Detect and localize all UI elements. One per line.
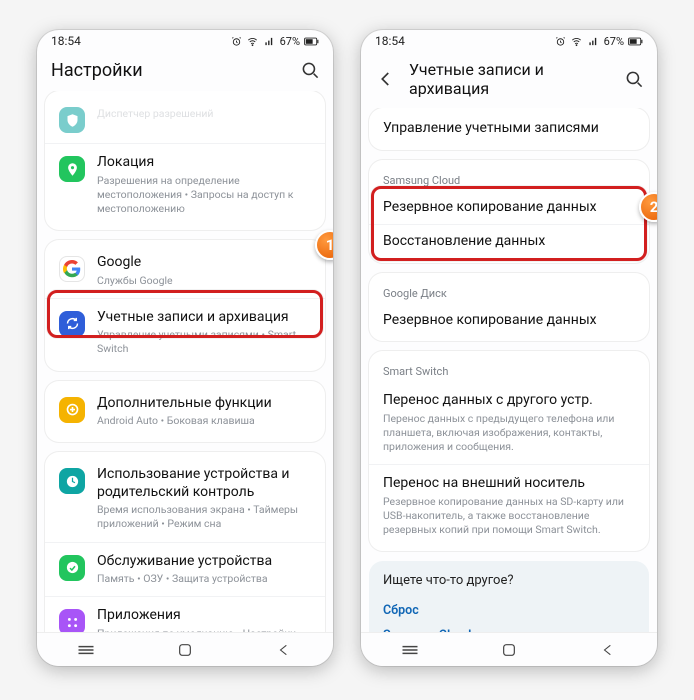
nav-back[interactable] xyxy=(264,642,304,658)
phone-accounts: 18:54 67% Учетные записи и архивация Упр… xyxy=(361,30,657,666)
search-button[interactable] xyxy=(623,70,645,89)
looking-for-card: Ищете что-то другое? Сброс Samsung Cloud xyxy=(369,561,649,632)
google-icon xyxy=(59,256,85,282)
status-bar: 18:54 67% xyxy=(37,30,333,52)
search-button[interactable] xyxy=(299,61,321,80)
row-title: Восстановление данных xyxy=(383,233,635,251)
back-button[interactable] xyxy=(375,70,397,88)
status-time: 18:54 xyxy=(51,34,81,48)
row-sub: Диспетчер разрешений xyxy=(97,107,311,121)
settings-list[interactable]: Диспетчер разрешений Локация Разрешения … xyxy=(37,91,333,632)
status-battery: 67% xyxy=(604,35,624,48)
status-right: 67% xyxy=(555,35,643,48)
row-care[interactable]: Обслуживание устройства Память • ОЗУ • З… xyxy=(45,542,325,597)
wellbeing-icon xyxy=(59,468,85,494)
row-title: Google xyxy=(97,254,311,272)
row-sub: Перенос данных с предыдущего телефона ил… xyxy=(383,412,635,455)
alarm-icon xyxy=(555,36,566,47)
shield-icon xyxy=(59,107,85,133)
other-question: Ищете что-то другое? xyxy=(383,573,635,588)
row-title: Перенос данных с другого устр. xyxy=(383,392,635,410)
row-title: Перенос на внешний носитель xyxy=(383,475,635,493)
care-icon xyxy=(59,555,85,581)
row-sub: Резервное копирование данных на SD-карту… xyxy=(383,495,635,538)
search-icon xyxy=(301,61,320,80)
link-samsung-cloud[interactable]: Samsung Cloud xyxy=(383,623,635,632)
chevron-left-icon xyxy=(377,70,395,88)
status-time: 18:54 xyxy=(375,34,405,48)
section-smart-switch: Smart Switch xyxy=(369,355,649,382)
row-sub: Приложения по умолчанию • Настройки прил… xyxy=(97,627,311,632)
row-manage-accounts[interactable]: Управление учетными записями xyxy=(369,112,649,146)
row-sub: Android Auto • Боковая клавиша xyxy=(97,414,311,428)
row-drive-backup[interactable]: Резервное копирование данных xyxy=(369,304,649,338)
page-title: Настройки xyxy=(51,60,287,81)
row-sub: Управление учетными записями • Smart Swi… xyxy=(97,328,311,356)
row-title: Управление учетными записями xyxy=(383,120,635,138)
signal-icon xyxy=(587,36,600,47)
row-title: Дополнительные функции xyxy=(97,395,311,413)
status-battery: 67% xyxy=(280,35,300,48)
row-title: Обслуживание устройства xyxy=(97,553,311,571)
row-title: Резервное копирование данных xyxy=(383,199,635,217)
row-permissions[interactable]: Диспетчер разрешений xyxy=(45,95,325,143)
row-title: Локация xyxy=(97,154,311,172)
battery-icon xyxy=(304,36,319,47)
nav-back[interactable] xyxy=(588,642,628,658)
section-google-drive: Google Диск xyxy=(369,277,649,304)
wifi-icon xyxy=(246,36,259,47)
plus-icon xyxy=(59,397,85,423)
phone-settings: 18:54 67% Настройки Диспетчер разрешений xyxy=(37,30,333,666)
row-title: Использование устройства и родительский … xyxy=(97,466,311,501)
wifi-icon xyxy=(570,36,583,47)
sync-icon xyxy=(59,311,85,337)
nav-recents[interactable] xyxy=(390,643,430,657)
row-switch-import[interactable]: Перенос данных с другого устр. Перенос д… xyxy=(369,382,649,464)
row-switch-external[interactable]: Перенос на внешний носитель Резервное ко… xyxy=(369,464,649,547)
row-advanced[interactable]: Дополнительные функции Android Auto • Бо… xyxy=(45,385,325,439)
apps-icon xyxy=(59,609,85,632)
battery-icon xyxy=(628,36,643,47)
row-apps[interactable]: Приложения Приложения по умолчанию • Нас… xyxy=(45,596,325,632)
status-right: 67% xyxy=(231,35,319,48)
row-sub: Разрешения на определение местоположения… xyxy=(97,174,311,217)
nav-bar xyxy=(361,632,657,666)
row-sub: Службы Google xyxy=(97,274,311,288)
signal-icon xyxy=(263,36,276,47)
row-sub: Память • ОЗУ • Защита устройства xyxy=(97,572,311,586)
link-reset[interactable]: Сброс xyxy=(383,598,635,623)
nav-home[interactable] xyxy=(489,642,529,658)
nav-bar xyxy=(37,632,333,666)
accounts-list[interactable]: Управление учетными записями Samsung Clo… xyxy=(361,108,657,632)
status-bar: 18:54 67% xyxy=(361,30,657,52)
row-location[interactable]: Локация Разрешения на определение местоп… xyxy=(45,143,325,226)
nav-recents[interactable] xyxy=(66,643,106,657)
row-title: Резервное копирование данных xyxy=(383,312,635,330)
row-title: Учетные записи и архивация xyxy=(97,309,311,327)
alarm-icon xyxy=(231,36,242,47)
row-sub: Время использования экрана • Таймеры при… xyxy=(97,503,311,531)
page-title: Учетные записи и архивация xyxy=(409,60,611,98)
row-google[interactable]: Google Службы Google xyxy=(45,244,325,298)
section-samsung-cloud: Samsung Cloud xyxy=(369,164,649,191)
row-cloud-restore[interactable]: Восстановление данных xyxy=(369,224,649,259)
row-title: Приложения xyxy=(97,607,311,625)
header: Учетные записи и архивация xyxy=(361,52,657,108)
row-cloud-backup[interactable]: Резервное копирование данных xyxy=(369,191,649,225)
nav-home[interactable] xyxy=(165,642,205,658)
row-wellbeing[interactable]: Использование устройства и родительский … xyxy=(45,456,325,541)
location-icon xyxy=(59,156,85,182)
search-icon xyxy=(625,70,644,89)
row-accounts[interactable]: Учетные записи и архивация Управление уч… xyxy=(45,298,325,367)
header: Настройки xyxy=(37,52,333,91)
